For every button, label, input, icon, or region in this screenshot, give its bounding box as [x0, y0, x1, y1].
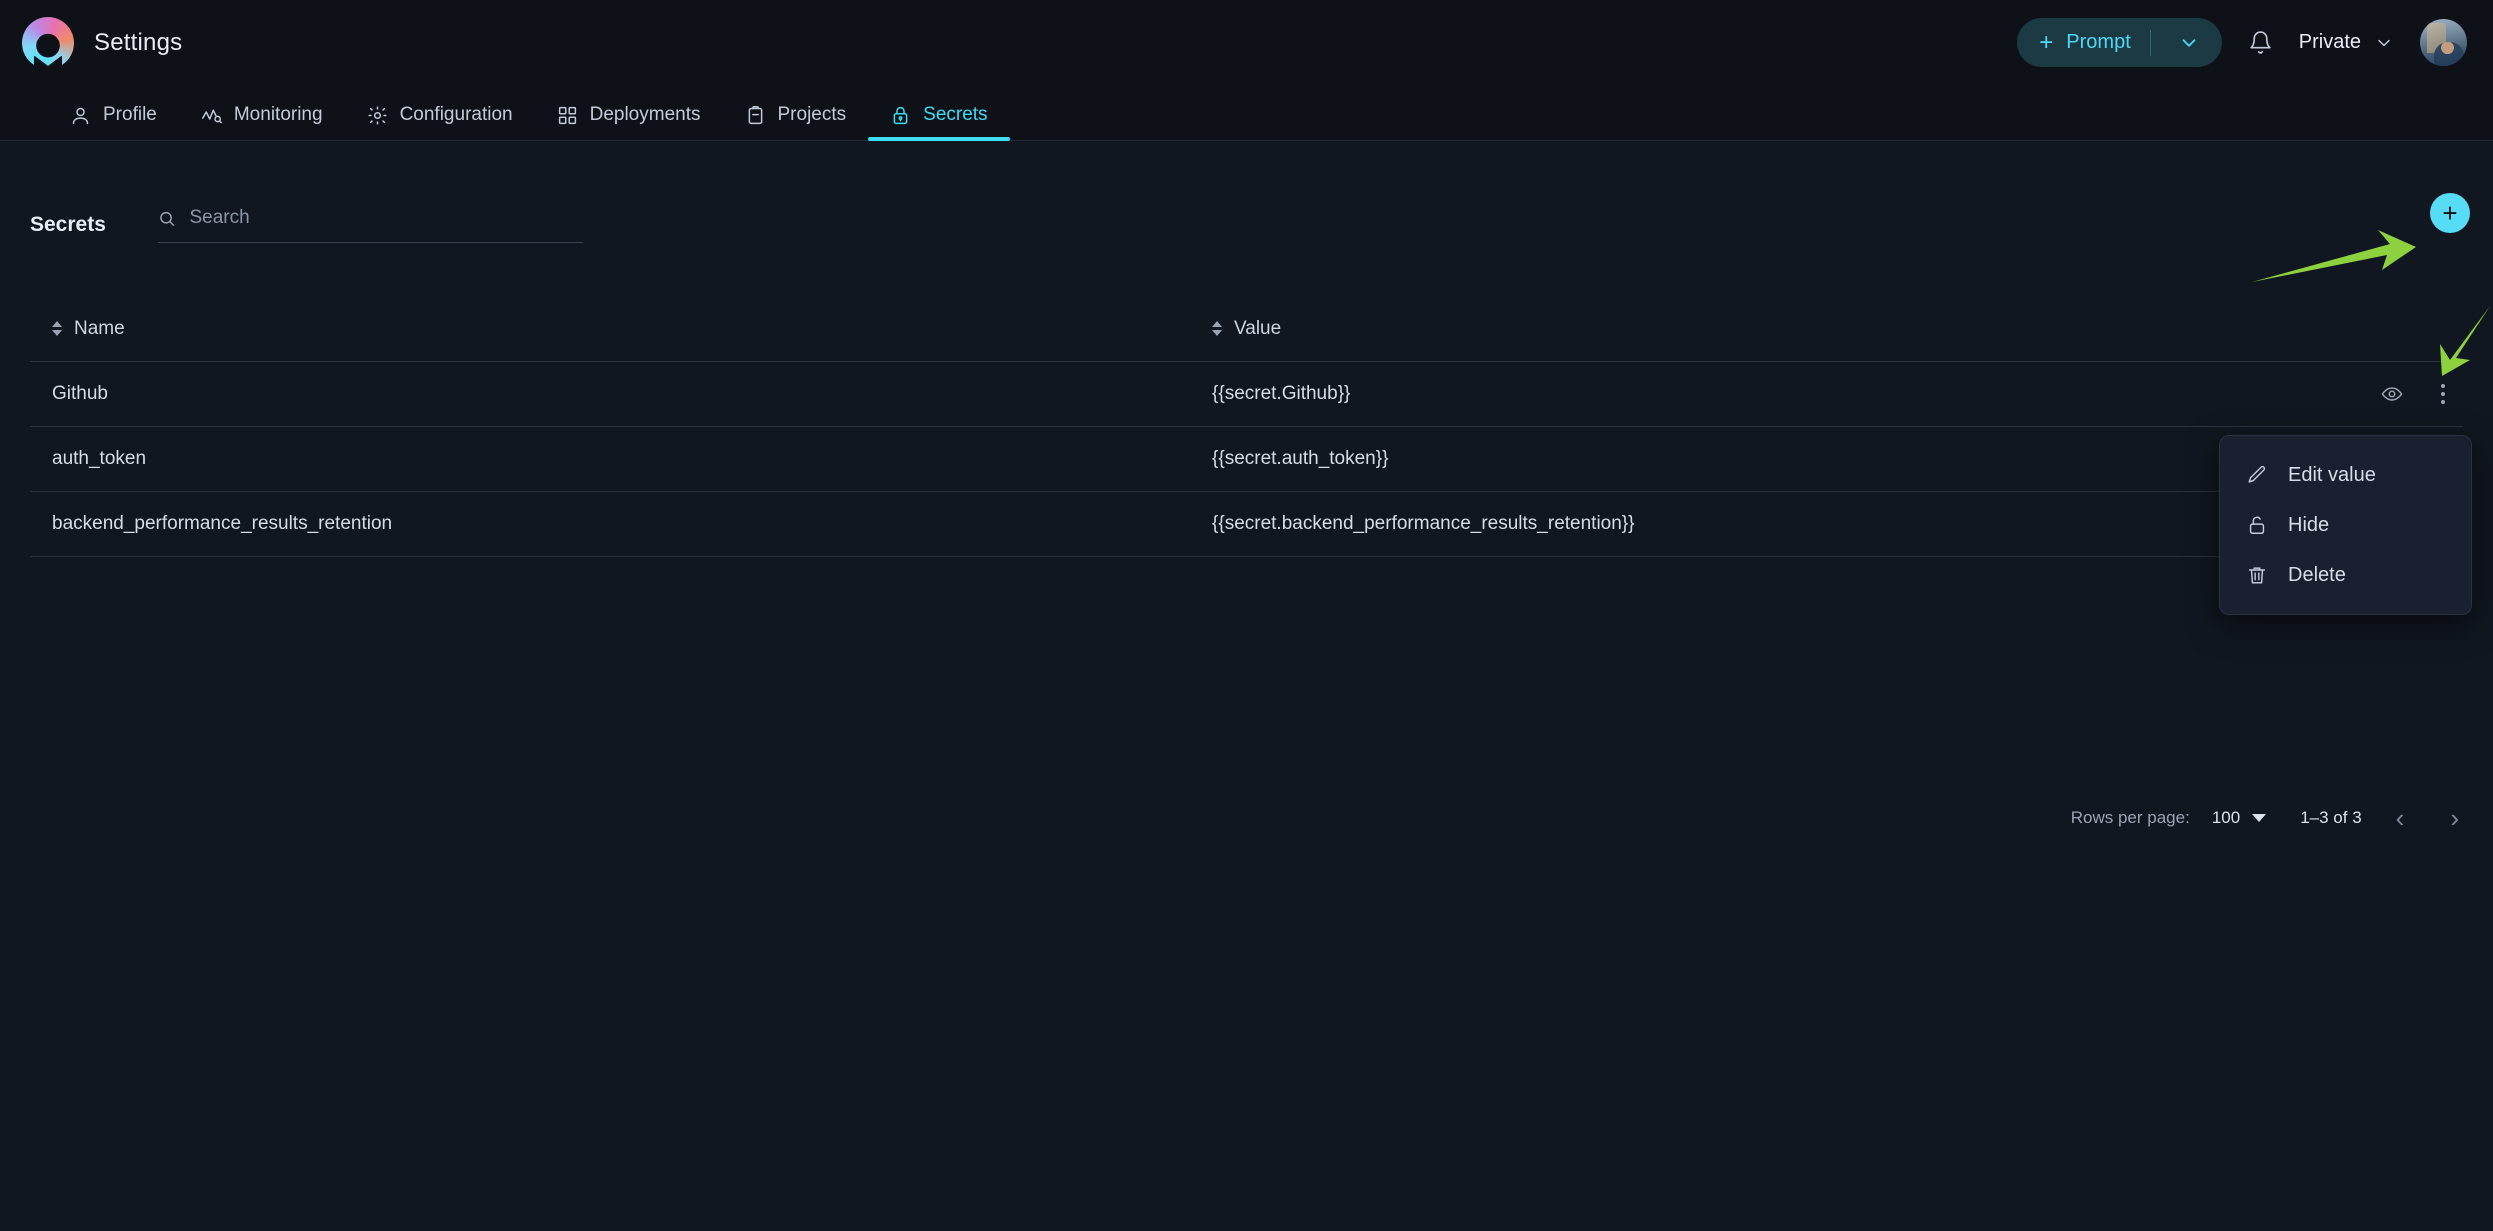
pagination: Rows per page: 100 1–3 of 3 ‹ › [2071, 805, 2471, 831]
menu-item-delete[interactable]: Delete [2220, 550, 2471, 600]
column-header-label: Value [1234, 317, 1282, 339]
clipboard-icon [748, 105, 762, 124]
tab-configuration[interactable]: Configuration [345, 104, 535, 140]
cell-name: Github [52, 383, 108, 404]
prompt-button-label: Prompt [2066, 31, 2131, 53]
grid-icon [558, 106, 576, 124]
pencil-icon [2248, 465, 2266, 483]
tab-deployments[interactable]: Deployments [535, 104, 723, 140]
secrets-panel-header: Secrets + [0, 185, 2493, 265]
analytics-icon [201, 109, 222, 123]
menu-item-edit-value[interactable]: Edit value [2220, 450, 2471, 500]
top-bar-actions: + Prompt Private [2017, 18, 2467, 67]
cell-name: backend_performance_results_retention [52, 513, 393, 534]
caret-down-icon [2252, 814, 2267, 822]
tab-profile[interactable]: Profile [48, 104, 179, 140]
tab-label: Profile [103, 104, 157, 125]
tab-label: Deployments [589, 104, 701, 125]
tab-label: Secrets [923, 104, 988, 125]
rows-per-page-label: Rows per page: [2070, 808, 2190, 827]
rows-per-page-select[interactable]: 100 [2211, 808, 2267, 828]
tab-projects[interactable]: Projects [723, 104, 869, 140]
three-dots-vertical-icon[interactable] [2433, 380, 2453, 408]
sort-icon [52, 321, 62, 336]
cell-value: {{secret.auth_token}} [1212, 448, 1389, 469]
workspace-visibility-selector[interactable]: Private [2299, 31, 2394, 54]
table-header-row: Name Value [30, 296, 2463, 362]
pagination-range: 1–3 of 3 [2300, 808, 2362, 827]
column-header-label: Name [74, 317, 125, 339]
gear-icon [368, 105, 387, 125]
table-row[interactable]: auth_token {{secret.auth_token}} [30, 427, 2463, 492]
add-secret-button[interactable]: + [2430, 193, 2470, 233]
search-icon [160, 211, 175, 226]
trash-icon [2248, 567, 2266, 584]
top-bar: Settings + Prompt Private [0, 0, 2493, 85]
menu-item-label: Hide [2288, 513, 2330, 536]
search-input[interactable] [189, 207, 583, 229]
notification-bell-icon[interactable] [2248, 30, 2273, 55]
cell-value: {{secret.Github}} [1212, 383, 1351, 404]
plus-icon: + [2039, 28, 2054, 56]
rows-per-page-value: 100 [2211, 808, 2241, 827]
brand-logo-icon [22, 16, 74, 69]
cell-name: auth_token [52, 448, 147, 469]
plus-icon: + [2442, 198, 2458, 228]
avatar[interactable] [2420, 19, 2467, 66]
eye-icon[interactable] [2381, 383, 2403, 405]
workspace-visibility-label: Private [2298, 31, 2361, 53]
chevron-down-icon [2378, 39, 2390, 46]
tab-label: Configuration [399, 104, 513, 125]
menu-item-hide[interactable]: Hide [2220, 500, 2471, 550]
sort-icon [1212, 321, 1222, 336]
tab-label: Monitoring [233, 104, 323, 125]
cell-value: {{secret.backend_performance_results_ret… [1212, 513, 1635, 534]
chevron-right-icon[interactable]: › [2438, 805, 2471, 831]
column-header-value[interactable]: Value [1212, 318, 1281, 340]
tab-label: Projects [777, 104, 847, 125]
tab-secrets[interactable]: Secrets [868, 104, 1010, 141]
panel-title: Secrets [30, 213, 106, 236]
tab-monitoring[interactable]: Monitoring [179, 104, 345, 140]
settings-tab-bar: Profile Monitoring Configuration Deploym… [0, 85, 2493, 141]
menu-item-label: Edit value [2288, 463, 2376, 486]
row-context-menu: Edit value Hide Delete [2219, 435, 2472, 615]
prompt-button[interactable]: + Prompt [2017, 18, 2222, 67]
row-actions [2381, 380, 2453, 408]
lock-icon [893, 106, 908, 124]
secrets-table: Name Value Github {{secret.Github}} auth… [0, 296, 2493, 557]
search-box[interactable] [157, 207, 583, 243]
table-row[interactable]: Github {{secret.Github}} [30, 362, 2463, 427]
user-icon [72, 107, 89, 124]
prompt-dropdown-toggle[interactable] [2164, 32, 2214, 54]
brand[interactable]: Settings [22, 16, 183, 69]
menu-item-label: Delete [2288, 563, 2346, 586]
chevron-left-icon[interactable]: ‹ [2384, 805, 2417, 831]
divider [2149, 29, 2151, 56]
column-header-name[interactable]: Name [52, 318, 1212, 340]
lock-icon [2249, 516, 2265, 534]
table-row[interactable]: backend_performance_results_retention {{… [30, 492, 2463, 557]
page-title: Settings [94, 28, 183, 56]
